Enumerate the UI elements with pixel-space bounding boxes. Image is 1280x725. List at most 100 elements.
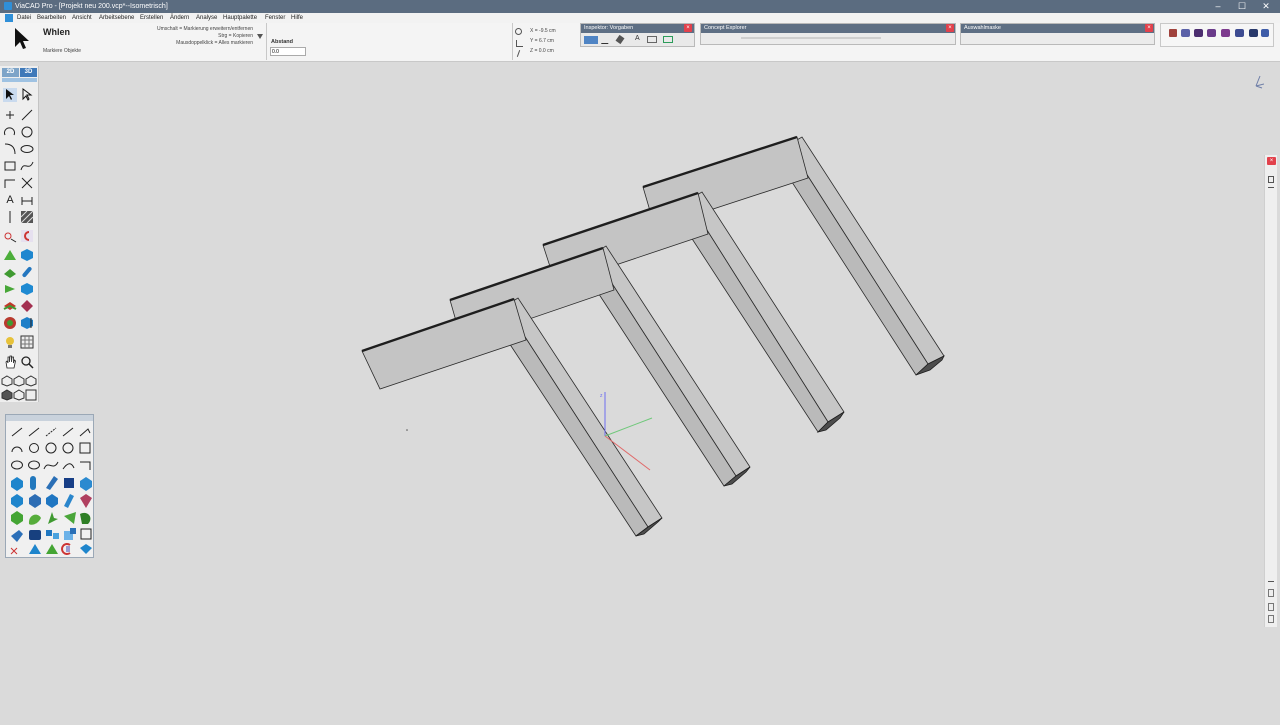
point-tool[interactable] xyxy=(3,108,17,122)
layer-icon[interactable] xyxy=(663,36,673,43)
viewport-canvas[interactable]: z xyxy=(38,62,1265,720)
menu-analyse[interactable]: Analyse xyxy=(196,14,217,22)
hatch-tool[interactable] xyxy=(20,210,34,224)
snap-settings-tool[interactable] xyxy=(3,229,17,243)
beam-crossbar[interactable] xyxy=(361,297,527,390)
concept-explorer-palette: Concept Explorer × xyxy=(700,23,956,45)
document-icon[interactable] xyxy=(5,14,13,22)
filter-icon[interactable] xyxy=(257,27,263,39)
select-tool[interactable] xyxy=(3,88,17,102)
cylinder-tool[interactable] xyxy=(20,265,34,279)
menu-fenster[interactable]: Fenster xyxy=(265,14,285,22)
pan-hand-icon[interactable] xyxy=(3,355,17,369)
angle-icon[interactable] xyxy=(516,40,523,47)
selection-mask-title[interactable]: Auswahlmaske xyxy=(961,24,1154,33)
divider xyxy=(512,23,513,60)
slope-icon[interactable] xyxy=(516,50,521,57)
tool-name: Whlen xyxy=(43,27,70,37)
material-icon[interactable] xyxy=(1221,29,1230,37)
view-front-icon[interactable] xyxy=(13,374,25,388)
view-iso-icon[interactable] xyxy=(1,374,13,388)
sphere-tool[interactable] xyxy=(20,282,34,296)
revolve-tool[interactable] xyxy=(3,282,17,296)
mode-2d-tab[interactable]: 2D xyxy=(2,68,19,77)
trim-tool[interactable] xyxy=(3,176,17,190)
menu-erstellen[interactable]: Erstellen xyxy=(140,14,163,22)
coord-y: Y = 6.7 cm xyxy=(530,38,554,44)
close-window-button[interactable]: ✕ xyxy=(1254,0,1278,13)
menu-datei[interactable]: Datei xyxy=(17,14,31,22)
light-tool[interactable] xyxy=(3,335,17,349)
text-style-icon[interactable]: A xyxy=(635,35,640,42)
fillet-tool[interactable] xyxy=(3,142,17,156)
view-cube-icon[interactable] xyxy=(1255,75,1265,89)
snap-icon[interactable] xyxy=(515,28,522,35)
extrude-tool[interactable] xyxy=(3,248,17,262)
view-settings-icon[interactable] xyxy=(1261,29,1269,37)
menu-arbeitsebene[interactable]: Arbeitsebene xyxy=(99,14,134,22)
delete-segment-tool[interactable] xyxy=(20,176,34,190)
dimension-icon[interactable] xyxy=(647,36,657,43)
coord-z: Z = 0.0 cm xyxy=(530,48,554,54)
text-tool[interactable]: A xyxy=(3,193,17,207)
maximize-button[interactable]: ☐ xyxy=(1230,0,1254,13)
shell-tool[interactable] xyxy=(20,299,34,313)
modifier-hint-1: Umschalt = Markierung erweitern/entferne… xyxy=(156,26,253,32)
arc-tool[interactable] xyxy=(3,125,17,139)
scroll-down-icon[interactable] xyxy=(1268,581,1274,582)
shaded-icon[interactable] xyxy=(1181,29,1190,37)
scroll-page-down-icon[interactable] xyxy=(1268,603,1274,611)
distance-input[interactable] xyxy=(270,47,306,56)
inspector-title[interactable]: Inspektor: Vorgaben xyxy=(581,24,694,33)
3d-viewport[interactable]: z xyxy=(38,62,1265,720)
mode-3d-tab[interactable]: 3D xyxy=(20,68,37,77)
scroll-lock-icon[interactable] xyxy=(1268,176,1274,183)
box-tool[interactable] xyxy=(20,248,34,262)
magnet-tool[interactable] xyxy=(20,229,34,243)
centerline-tool[interactable] xyxy=(3,210,17,224)
scroll-page-up-icon[interactable] xyxy=(1268,589,1274,597)
coord-x: X = -9.5 cm xyxy=(530,28,556,34)
menu-ansicht[interactable]: Ansicht xyxy=(72,14,92,22)
line-tool[interactable] xyxy=(20,108,34,122)
concept-explorer-title[interactable]: Concept Explorer xyxy=(701,24,955,33)
inspector-close-button[interactable]: × xyxy=(684,24,692,32)
vertical-scrollbar[interactable]: × xyxy=(1264,155,1277,627)
modify-tool[interactable] xyxy=(20,316,34,330)
spline-tool[interactable] xyxy=(20,159,34,173)
dimension-tool[interactable] xyxy=(20,193,34,207)
circle-tool[interactable] xyxy=(20,125,34,139)
loft-tool[interactable] xyxy=(3,265,17,279)
wireframe-icon[interactable] xyxy=(1194,29,1203,37)
blend-tool[interactable] xyxy=(3,316,17,330)
view-right-icon[interactable] xyxy=(1,388,13,402)
menu-aendern[interactable]: Ändern xyxy=(170,14,189,22)
scroll-end-icon[interactable] xyxy=(1268,615,1274,623)
concept-explorer-close-button[interactable]: × xyxy=(946,24,954,32)
zoom-icon[interactable] xyxy=(20,355,34,369)
lighting-icon[interactable] xyxy=(1235,29,1244,37)
view-left-icon[interactable] xyxy=(13,388,25,402)
rectangle-tool[interactable] xyxy=(3,159,17,173)
selection-mask-close-button[interactable]: × xyxy=(1145,24,1153,32)
view-top-icon[interactable] xyxy=(25,374,37,388)
inspector-tab-icon[interactable] xyxy=(584,36,598,44)
modifier-hint-2: Strg = Kopieren xyxy=(218,33,253,39)
scroll-up-icon[interactable] xyxy=(1268,187,1274,188)
pick-tool[interactable] xyxy=(20,88,34,102)
scrollbar-close-button[interactable]: × xyxy=(1267,157,1276,165)
camera-icon[interactable] xyxy=(1249,29,1258,37)
line-style-icon[interactable] xyxy=(600,37,613,44)
hidden-line-icon[interactable] xyxy=(1207,29,1216,37)
minimize-button[interactable]: – xyxy=(1206,0,1230,13)
concept-explorer-slider[interactable] xyxy=(741,37,881,39)
ellipse-tool[interactable] xyxy=(20,142,34,156)
menu-hilfe[interactable]: Hilfe xyxy=(291,14,303,22)
menu-bearbeiten[interactable]: Bearbeiten xyxy=(37,14,66,22)
pen-icon[interactable] xyxy=(615,34,625,45)
view-bottom-icon[interactable] xyxy=(25,388,37,402)
grid-tool[interactable] xyxy=(20,335,34,349)
menu-hauptpalette[interactable]: Hauptpalette xyxy=(223,14,257,22)
boolean-tool[interactable] xyxy=(3,299,17,313)
render-icon[interactable] xyxy=(1169,29,1177,37)
